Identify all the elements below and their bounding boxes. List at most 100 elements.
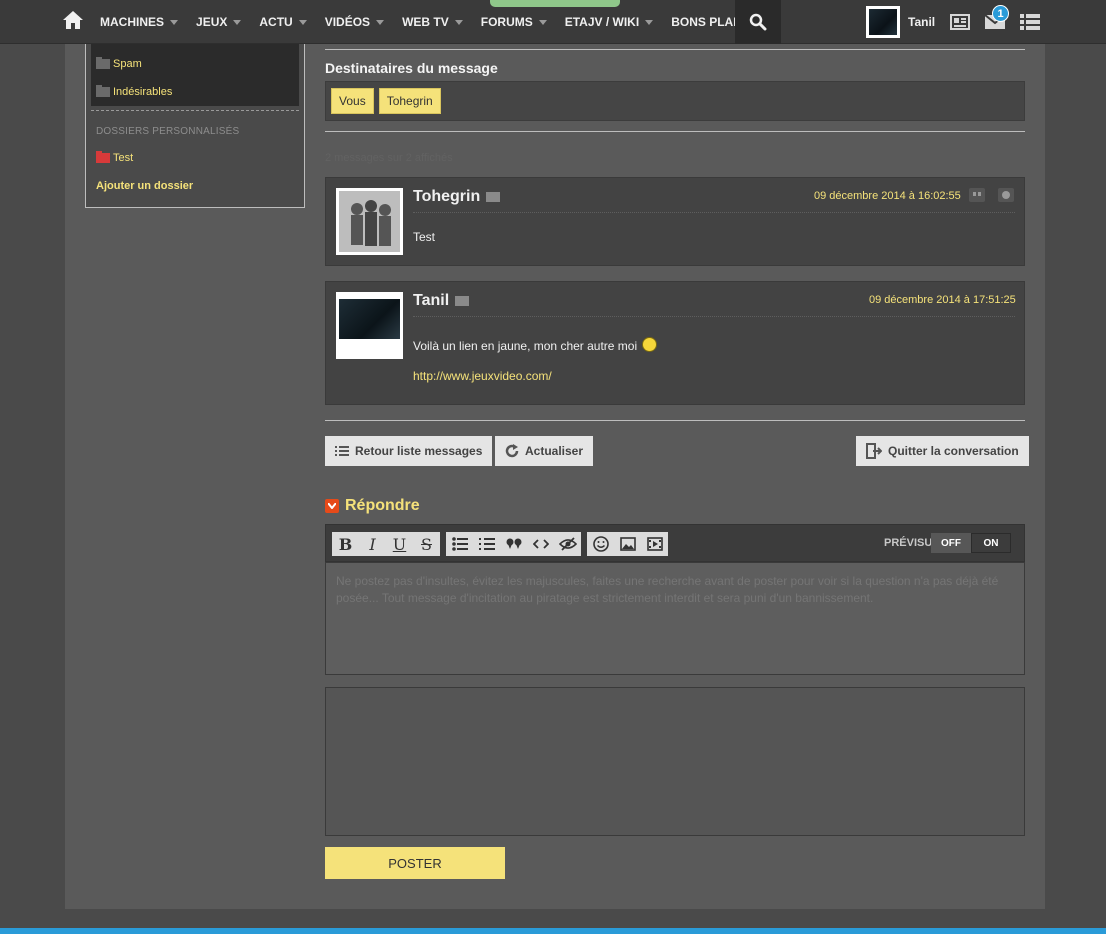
smiley-button[interactable] [587,532,614,556]
avatar [336,292,403,359]
code-button[interactable] [527,532,554,556]
recipient-chip[interactable]: Vous [331,88,374,114]
recipient-chip[interactable]: Tohegrin [378,88,441,114]
folder-sidebar: Spam Indésirables DOSSIERS PERSONNALISÉS… [85,44,305,208]
toggle-on[interactable]: ON [971,533,1011,553]
preview-box [325,687,1025,836]
spoiler-button[interactable] [554,532,581,556]
video-button[interactable] [641,532,668,556]
editor-toolbar: B I U S PRÉVISU OFF ON [325,524,1025,562]
bold-button[interactable]: B [332,532,359,556]
message-body: Voilà un lien en jaune, mon cher autre m… [413,337,658,353]
folder-label: Indésirables [113,86,173,98]
folder-spam[interactable]: Spam [96,57,142,70]
quote-icon[interactable] [969,188,985,202]
divider [325,49,1025,50]
envelope-icon[interactable] [455,296,470,306]
eye-off-icon [558,537,577,551]
nav-machines[interactable]: MACHINES [100,15,179,29]
username: Tanil [908,15,936,29]
folder-label: Test [113,152,134,164]
folder-indesirables[interactable]: Indésirables [96,85,173,98]
bullet-list-icon [451,537,468,551]
divider [91,110,299,111]
reply-textarea[interactable] [325,562,1025,675]
folder-icon [96,85,110,97]
list-icon [335,446,349,456]
image-icon [619,537,636,551]
divider [413,316,1015,317]
search-button[interactable] [735,0,781,44]
exit-icon [866,443,882,459]
divider [325,131,1025,132]
message-count: 2 messages sur 2 affichés [325,152,453,164]
refresh-icon [505,444,519,458]
folder-label: Spam [113,58,142,70]
code-icon [532,539,549,549]
format-group: B I U S [332,532,440,556]
message-date: 09 décembre 2014 à 17:51:25 [869,294,1016,306]
recipients-box: Vous Tohegrin [325,81,1025,121]
divider [325,420,1025,421]
chevron-down-icon [170,19,179,25]
nav-etajv-wiki[interactable]: ETAJV / WIKI [565,15,654,29]
menu-list-icon[interactable] [1020,13,1040,31]
numbered-list-button[interactable] [473,532,500,556]
avatar [336,188,403,255]
chevron-down-icon [233,19,242,25]
post-button[interactable]: POSTER [325,847,505,879]
chevron-down-icon [325,499,339,513]
chevron-down-icon [454,19,463,25]
divider [413,212,1015,213]
envelope-icon[interactable] [486,192,501,202]
recipients-title: Destinataires du message [325,60,498,76]
italic-button[interactable]: I [359,532,386,556]
numbered-list-icon [478,538,495,550]
block-group [446,532,581,556]
message-link[interactable]: http://www.jeuxvideo.com/ [413,369,552,383]
add-folder-link[interactable]: Ajouter un dossier [96,180,193,192]
reply-toggle[interactable]: Répondre [325,497,420,515]
underline-button[interactable]: U [386,532,413,556]
nav-jeux[interactable]: JEUX [196,15,242,29]
home-icon[interactable] [62,10,84,30]
chevron-down-icon [538,19,547,25]
message-body: Test [413,230,436,244]
top-navigation: MACHINES JEUX ACTU VIDÉOS WEB TV FORUMS … [0,0,1106,44]
folder-icon [96,57,110,69]
nav-webtv[interactable]: WEB TV [402,15,463,29]
message-author[interactable]: Tohegrin [413,188,501,206]
image-button[interactable] [614,532,641,556]
toggle-off[interactable]: OFF [931,533,971,553]
nav-forums[interactable]: FORUMS [481,15,547,29]
report-icon[interactable] [998,188,1014,202]
refresh-button[interactable]: Actualiser [495,436,594,466]
message-author[interactable]: Tanil [413,292,470,310]
green-tab[interactable] [490,0,620,7]
folder-icon [96,151,110,163]
user-profile[interactable]: Tanil [866,6,935,38]
video-icon [646,537,663,551]
chevron-down-icon [298,19,307,25]
strikethrough-button[interactable]: S [413,532,440,556]
smiley-icon [592,536,609,552]
quote-icon [506,538,521,549]
nav-videos[interactable]: VIDÉOS [325,15,385,29]
message-card: Tohegrin 09 décembre 2014 à 16:02:55 Tes… [325,177,1025,266]
message-date: 09 décembre 2014 à 16:02:55 [814,190,961,202]
folder-test[interactable]: Test [96,151,134,164]
custom-folders-heading: DOSSIERS PERSONNALISÉS [96,126,240,137]
preview-toggle[interactable]: OFF ON [931,533,1011,553]
message-card: Tanil 09 décembre 2014 à 17:51:25 Voilà … [325,281,1025,405]
reply-title: Répondre [345,497,420,514]
bullet-list-button[interactable] [446,532,473,556]
quit-conversation-button[interactable]: Quitter la conversation [856,436,1029,466]
media-group [587,532,668,556]
news-icon[interactable] [950,14,970,30]
back-to-list-button[interactable]: Retour liste messages [325,436,493,466]
nav-actu[interactable]: ACTU [259,15,307,29]
bottom-bar [0,928,1106,934]
notification-badge: 1 [992,5,1009,22]
quote-button[interactable] [500,532,527,556]
smiley-icon [642,337,658,352]
